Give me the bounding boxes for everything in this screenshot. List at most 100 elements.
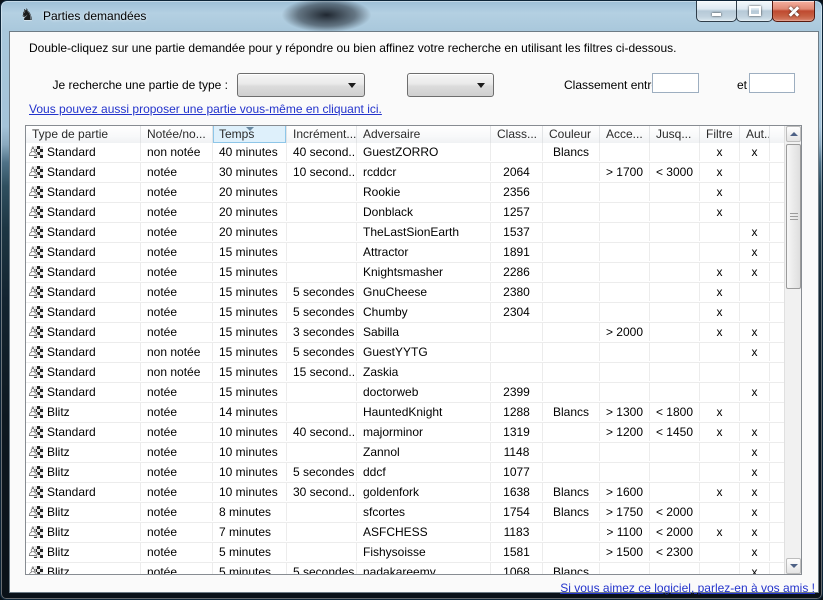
table-row[interactable]: ♙Standardnotée20 minutesDonblack1257x [26, 203, 784, 223]
cell-jusqua [650, 463, 700, 481]
column-header-increment[interactable]: Incrément... [287, 126, 357, 143]
scroll-down-button[interactable] [786, 558, 801, 574]
table-row[interactable]: ♙Standardnon notée15 minutes5 secondesGu… [26, 343, 784, 363]
table-row[interactable]: ♙Standardnon notée15 minutes15 second...… [26, 363, 784, 383]
table-row[interactable]: ♙Standardnotée15 minutesdoctorweb2399x [26, 383, 784, 403]
cell-couleur [543, 383, 600, 401]
column-header-adversaire[interactable]: Adversaire [357, 126, 491, 143]
column-header-couleur[interactable]: Couleur [543, 126, 600, 143]
cell-filtre [700, 563, 740, 574]
cell-autre: x [740, 543, 770, 561]
cell-temps: 15 minutes [213, 303, 287, 321]
table-row[interactable]: ♙Standardnon notée40 minutes40 second...… [26, 143, 784, 163]
table-row[interactable]: ♙Standardnotée15 minutesAttractor1891x [26, 243, 784, 263]
cell-type-de-partie: ♙Standard [26, 223, 141, 241]
cell-filler [770, 303, 784, 321]
table-row[interactable]: ♙Standardnotée30 minutes10 second...rcdd… [26, 163, 784, 183]
table-row[interactable]: ♙Standardnotée15 minutes5 secondesChumby… [26, 303, 784, 323]
share-link[interactable]: Si vous aimez ce logiciel, parlez-en à v… [560, 581, 815, 595]
rating-max-input[interactable] [749, 73, 795, 93]
rating-min-input[interactable] [652, 73, 699, 93]
game-type-label: Standard [47, 183, 96, 201]
minimize-button[interactable] [696, 1, 737, 22]
close-button[interactable] [772, 1, 815, 22]
cell-increment: 40 second... [287, 423, 357, 441]
cell-classement [491, 363, 543, 381]
cell-notee: notée [141, 383, 213, 401]
cell-adversaire: ddcf [357, 463, 491, 481]
cell-autre [740, 403, 770, 421]
column-header-autre[interactable]: Aut... [740, 126, 770, 143]
cell-notee: notée [141, 163, 213, 181]
table-header-row: Type de partieNotée/no...TempsIncrément.… [26, 126, 784, 144]
chess-piece-icon: ♙ [28, 225, 44, 239]
cell-jusqua [650, 243, 700, 261]
cell-couleur: Blancs [543, 143, 600, 161]
scroll-up-button[interactable] [786, 126, 801, 142]
game-type-label: Blitz [47, 503, 70, 521]
vertical-scrollbar[interactable] [784, 126, 801, 574]
column-header-type-de-partie[interactable]: Type de partie [26, 126, 141, 143]
cell-autre: x [740, 523, 770, 541]
column-header-notee[interactable]: Notée/no... [141, 126, 213, 143]
cell-increment [287, 523, 357, 541]
game-type-dropdown[interactable] [237, 73, 365, 97]
cell-type-de-partie: ♙Blitz [26, 523, 141, 541]
column-header-jusqua[interactable]: Jusq... [650, 126, 700, 143]
cell-filler [770, 383, 784, 401]
column-header-label: Couleur [549, 127, 591, 141]
table-row[interactable]: ♙Blitznotée10 minutesZannol1148x [26, 443, 784, 463]
cell-filtre [700, 503, 740, 521]
game-subtype-dropdown[interactable] [407, 73, 494, 97]
cell-classement [491, 143, 543, 161]
cell-increment: 5 secondes [287, 563, 357, 574]
cell-adversaire: Sabilla [357, 323, 491, 341]
game-type-label: Blitz [47, 403, 70, 421]
maximize-button[interactable] [736, 1, 773, 22]
column-header-label: Acce... [606, 127, 643, 141]
rating-and-label: et [737, 78, 747, 92]
cell-classement: 1148 [491, 443, 543, 461]
cell-adversaire: HauntedKnight [357, 403, 491, 421]
game-type-label: Blitz [47, 543, 70, 561]
game-type-label: Standard [47, 263, 96, 281]
titlebar[interactable]: ♞ Parties demandées [1, 1, 822, 31]
cell-classement: 1754 [491, 503, 543, 521]
column-header-accepte[interactable]: Acce... [600, 126, 650, 143]
table-row[interactable]: ♙Blitznotée8 minutessfcortes1754Blancs> … [26, 503, 784, 523]
column-header-classement[interactable]: Class... [491, 126, 543, 143]
table-row[interactable]: ♙Blitznotée5 minutes5 secondesnadakareem… [26, 563, 784, 574]
table-row[interactable]: ♙Blitznotée7 minutesASFCHESS1183> 1100< … [26, 523, 784, 543]
table-row[interactable]: ♙Blitznotée14 minutesHauntedKnight1288Bl… [26, 403, 784, 423]
cell-temps: 5 minutes [213, 543, 287, 561]
chess-piece-icon: ♙ [28, 265, 44, 279]
column-header-filtre[interactable]: Filtre [700, 126, 740, 143]
chess-piece-icon: ♙ [28, 365, 44, 379]
game-type-label: Standard [47, 303, 96, 321]
cell-accepte: > 1600 [600, 483, 650, 501]
column-header-temps[interactable]: Temps [213, 126, 287, 143]
scrollbar-thumb[interactable] [786, 144, 801, 289]
table-row[interactable]: ♙Standardnotée15 minutesKnightsmasher228… [26, 263, 784, 283]
cell-adversaire: Zannol [357, 443, 491, 461]
propose-game-link[interactable]: Vous pouvez aussi proposer une partie vo… [29, 102, 382, 116]
table-row[interactable]: ♙Standardnotée20 minutesTheLastSionEarth… [26, 223, 784, 243]
table-row[interactable]: ♙Standardnotée10 minutes30 second...gold… [26, 483, 784, 503]
requested-games-table[interactable]: Type de partieNotée/no...TempsIncrément.… [25, 125, 802, 575]
cell-temps: 15 minutes [213, 283, 287, 301]
cell-filler [770, 223, 784, 241]
table-row[interactable]: ♙Blitznotée5 minutesFishysoisse1581> 150… [26, 543, 784, 563]
table-row[interactable]: ♙Standardnotée20 minutesRookie2356x [26, 183, 784, 203]
table-row[interactable]: ♙Standardnotée15 minutes5 secondesGnuChe… [26, 283, 784, 303]
table-row[interactable]: ♙Standardnotée15 minutes3 secondesSabill… [26, 323, 784, 343]
cell-temps: 15 minutes [213, 383, 287, 401]
cell-notee: notée [141, 523, 213, 541]
chess-piece-icon: ♙ [28, 165, 44, 179]
cell-filtre: x [700, 283, 740, 301]
cell-type-de-partie: ♙Blitz [26, 563, 141, 574]
desktop-glass-shadow [269, 1, 384, 32]
cell-notee: notée [141, 323, 213, 341]
table-row[interactable]: ♙Standardnotée10 minutes40 second...majo… [26, 423, 784, 443]
chess-piece-icon: ♙ [28, 425, 44, 439]
table-row[interactable]: ♙Blitznotée10 minutes5 secondesddcf1077x [26, 463, 784, 483]
